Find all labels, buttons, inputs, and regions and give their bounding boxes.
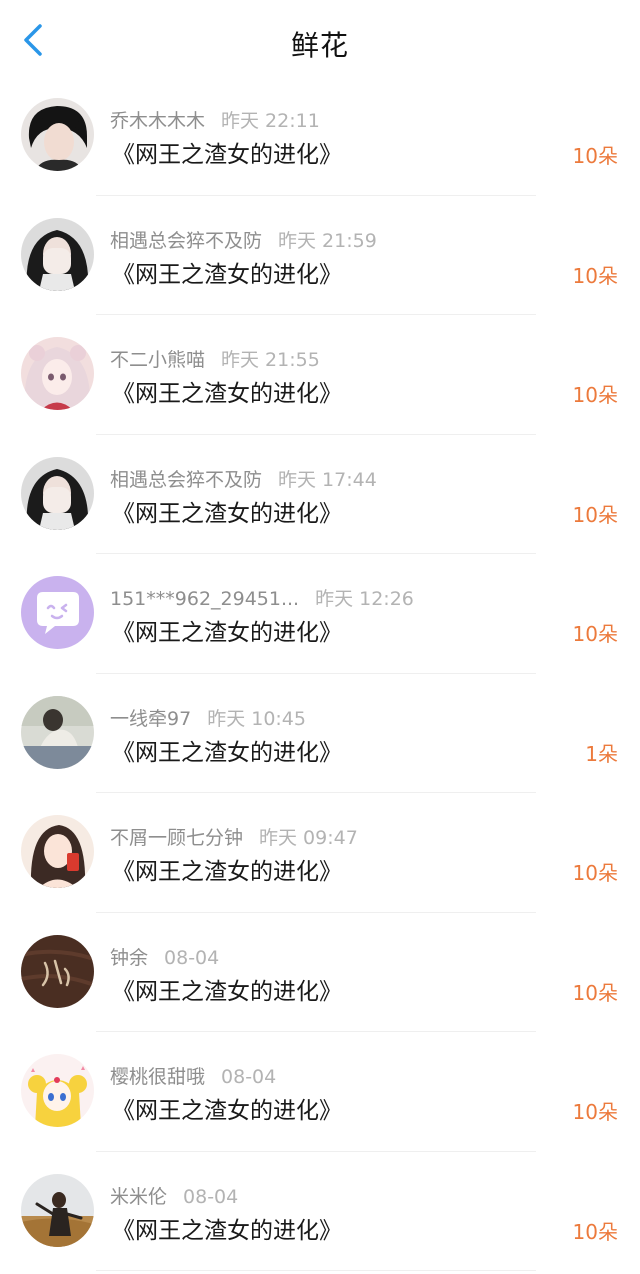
list-item[interactable]: 米米伦 08-04 《网王之渣女的进化》 10朵 — [0, 1151, 640, 1271]
timestamp: 昨天 17:44 — [278, 468, 377, 491]
flower-count: 1朵 — [585, 741, 618, 766]
username[interactable]: 不屑一顾七分钟 — [110, 827, 243, 849]
book-title[interactable]: 《网王之渣女的进化》 — [112, 733, 342, 767]
list-item[interactable]: 151***962_29451... 昨天 12:26 《网王之渣女的进化》 10… — [0, 554, 640, 674]
flower-count: 10朵 — [572, 1219, 618, 1244]
flower-count: 10朵 — [572, 383, 618, 407]
username[interactable]: 不二小熊喵 — [110, 349, 205, 371]
timestamp: 昨天 21:59 — [278, 229, 377, 252]
timestamp: 昨天 09:47 — [259, 827, 358, 849]
item-meta: 樱桃很甜哦 08-04 — [110, 1062, 276, 1089]
item-meta: 不二小熊喵 昨天 21:55 — [110, 345, 320, 372]
list-item[interactable]: 钟余 08-04 《网王之渣女的进化》 10朵 — [0, 912, 640, 1032]
flower-count: 10朵 — [572, 502, 618, 527]
timestamp: 昨天 12:26 — [315, 588, 414, 610]
username[interactable]: 米米伦 — [110, 1186, 167, 1208]
book-title[interactable]: 《网王之渣女的进化》 — [112, 374, 342, 408]
list-item[interactable]: 不二小熊喵 昨天 21:55 《网王之渣女的进化》 10朵 — [0, 315, 640, 435]
avatar[interactable] — [21, 576, 94, 649]
item-meta: 米米伦 08-04 — [110, 1182, 238, 1209]
flower-list: 乔木木木木 昨天 22:11 《网王之渣女的进化》 10朵 相遇总会猝不及防 昨天 … — [0, 76, 640, 1271]
item-meta: 相遇总会猝不及防 昨天 21:59 — [110, 226, 377, 253]
book-title[interactable]: 《网王之渣女的进化》 — [112, 255, 342, 289]
header-bar: 鲜花 — [0, 0, 640, 77]
item-meta: 钟余 08-04 — [110, 943, 219, 970]
avatar[interactable] — [21, 934, 94, 1008]
book-title[interactable]: 《网王之渣女的进化》 — [112, 494, 342, 528]
username[interactable]: 相遇总会猝不及防 — [110, 469, 262, 491]
username[interactable]: 钟余 — [110, 947, 148, 969]
flower-count: 10朵 — [572, 980, 618, 1005]
book-title[interactable]: 《网王之渣女的进化》 — [112, 852, 342, 886]
avatar[interactable] — [21, 815, 94, 888]
item-meta: 151***962_29451... 昨天 12:26 — [110, 584, 414, 611]
flower-count: 10朵 — [572, 144, 618, 168]
username[interactable]: 樱桃很甜哦 — [110, 1066, 205, 1088]
username[interactable]: 乔木木木木 — [110, 110, 205, 132]
flower-count: 10朵 — [572, 1100, 618, 1124]
item-meta: 乔木木木木 昨天 22:11 — [110, 106, 320, 133]
username[interactable]: 151***962_29451... — [110, 588, 299, 610]
username[interactable]: 相遇总会猝不及防 — [110, 230, 262, 252]
book-title[interactable]: 《网王之渣女的进化》 — [112, 1211, 342, 1245]
avatar[interactable] — [21, 456, 94, 530]
avatar[interactable] — [21, 1054, 94, 1127]
timestamp: 08-04 — [183, 1185, 239, 1208]
book-title[interactable]: 《网王之渣女的进化》 — [112, 613, 342, 647]
list-item[interactable]: 樱桃很甜哦 08-04 《网王之渣女的进化》 10朵 — [0, 1032, 640, 1152]
avatar[interactable] — [21, 217, 94, 291]
list-item[interactable]: 相遇总会猝不及防 昨天 17:44 《网王之渣女的进化》 10朵 — [0, 434, 640, 554]
flower-count: 10朵 — [572, 861, 618, 885]
list-item[interactable]: 乔木木木木 昨天 22:11 《网王之渣女的进化》 10朵 — [0, 76, 640, 196]
book-title[interactable]: 《网王之渣女的进化》 — [112, 972, 342, 1006]
flower-count: 10朵 — [572, 622, 618, 646]
avatar[interactable] — [21, 695, 94, 769]
timestamp: 08-04 — [164, 946, 220, 969]
username[interactable]: 一线牵97 — [110, 708, 191, 730]
avatar[interactable] — [21, 98, 94, 171]
book-title[interactable]: 《网王之渣女的进化》 — [112, 1091, 342, 1125]
flower-count: 10朵 — [572, 263, 618, 288]
timestamp: 昨天 21:55 — [221, 349, 320, 371]
page-title: 鲜花 — [290, 29, 349, 62]
list-item[interactable]: 一线牵97 昨天 10:45 《网王之渣女的进化》 1朵 — [0, 673, 640, 793]
avatar[interactable] — [21, 1173, 94, 1247]
item-meta: 不屑一顾七分钟 昨天 09:47 — [110, 823, 358, 850]
list-item[interactable]: 不屑一顾七分钟 昨天 09:47 《网王之渣女的进化》 10朵 — [0, 793, 640, 913]
timestamp: 08-04 — [221, 1066, 277, 1088]
avatar[interactable] — [21, 337, 94, 410]
timestamp: 昨天 22:11 — [221, 110, 320, 132]
list-item[interactable]: 相遇总会猝不及防 昨天 21:59 《网王之渣女的进化》 10朵 — [0, 195, 640, 315]
item-meta: 相遇总会猝不及防 昨天 17:44 — [110, 465, 377, 492]
item-meta: 一线牵97 昨天 10:45 — [110, 704, 306, 731]
book-title[interactable]: 《网王之渣女的进化》 — [112, 135, 342, 169]
timestamp: 昨天 10:45 — [207, 707, 306, 730]
